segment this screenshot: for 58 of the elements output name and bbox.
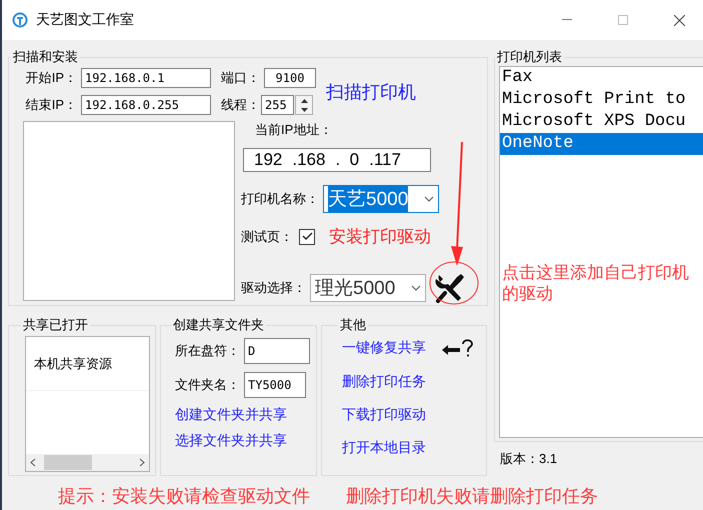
field-label: 端口： xyxy=(221,69,260,87)
printer-name-dropdown[interactable]: 天艺5000 xyxy=(323,185,439,213)
field-label: 线程： xyxy=(221,96,260,114)
share-folder-link[interactable]: 选择文件夹并共享 xyxy=(175,432,312,450)
app-logo-icon xyxy=(12,12,28,28)
end-ip-field[interactable]: 192.168.0.255 xyxy=(81,95,211,115)
share-list-item[interactable]: 本机共享资源 xyxy=(26,337,149,391)
checkmark-icon xyxy=(302,232,312,241)
printer-list[interactable]: Fax Microsoft Print to Microsoft XPS Docu OneNote 点击这里添加自己打印机的驱动 xyxy=(499,66,703,438)
field-label: 测试页： xyxy=(241,228,293,246)
drive-field[interactable]: D xyxy=(244,338,310,364)
arrow-question-icon xyxy=(440,338,474,358)
field-label: 打印机名称： xyxy=(241,190,319,208)
chevron-right-icon[interactable] xyxy=(139,458,145,467)
triangle-down-icon xyxy=(300,108,308,112)
printer-list-item[interactable]: Microsoft XPS Docu xyxy=(500,111,703,133)
folder-name-field[interactable]: TY5000 xyxy=(244,372,306,398)
share-list[interactable]: 本机共享资源 xyxy=(25,336,150,472)
threads-field[interactable]: 255 xyxy=(261,95,294,115)
test-page-checkbox[interactable] xyxy=(299,228,315,244)
printer-list-item[interactable]: Microsoft Print to xyxy=(500,89,703,111)
field-label: 文件夹名： xyxy=(175,376,240,394)
share-folder-link[interactable]: 创建文件夹并共享 xyxy=(175,406,312,424)
chevron-left-icon[interactable] xyxy=(30,458,36,467)
tool-link[interactable]: 下载打印驱动 xyxy=(342,406,426,424)
port-field[interactable]: 9100 xyxy=(264,68,316,88)
annotation-text: 点击这里添加自己打印机的驱动 xyxy=(502,262,689,304)
close-icon[interactable] xyxy=(674,14,684,26)
triangle-up-icon xyxy=(300,98,308,102)
field-label: 结束IP： xyxy=(24,96,77,114)
tool-link[interactable]: 一键修复共享 xyxy=(342,339,426,357)
group-title: 创建共享文件夹 xyxy=(172,316,265,334)
tool-link[interactable]: 打开本地目录 xyxy=(342,439,426,457)
version-text: 版本：3.1 xyxy=(500,450,558,468)
horizontal-scrollbar[interactable] xyxy=(26,454,149,471)
highlight-ellipse xyxy=(429,261,479,305)
field-label: 驱动选择： xyxy=(241,279,306,297)
window-title: 天艺图文工作室 xyxy=(36,11,135,29)
field-label: 开始IP： xyxy=(24,69,77,87)
minimize-icon[interactable] xyxy=(562,19,572,21)
chevron-down-icon xyxy=(424,196,434,202)
group-title: 打印机列表 xyxy=(496,48,563,66)
group-title: 其他 xyxy=(339,316,367,334)
group-title: 共享已打开 xyxy=(22,316,89,334)
field-label: 所在盘符： xyxy=(175,342,240,360)
ip-address-field[interactable]: 192 .168 . 0 .117 xyxy=(243,148,431,172)
hint-text: 提示：安装失败请检查驱动文件 xyxy=(58,485,310,508)
hint-text: 删除打印机失败请删除打印任务 xyxy=(346,485,598,508)
chevron-down-icon xyxy=(411,285,421,291)
printer-list-item[interactable]: Fax xyxy=(500,67,703,89)
printer-list-item[interactable]: OneNote xyxy=(500,133,703,155)
field-label: 当前IP地址： xyxy=(255,121,334,139)
start-ip-field[interactable]: 192.168.0.1 xyxy=(81,68,211,88)
driver-dropdown[interactable]: 理光5000 xyxy=(310,274,426,302)
group-title: 扫描和安装 xyxy=(12,48,79,66)
spinner-control[interactable] xyxy=(295,95,313,115)
scan-printers-link[interactable]: 扫描打印机 xyxy=(326,80,416,104)
tool-link[interactable]: 删除打印任务 xyxy=(342,373,426,391)
